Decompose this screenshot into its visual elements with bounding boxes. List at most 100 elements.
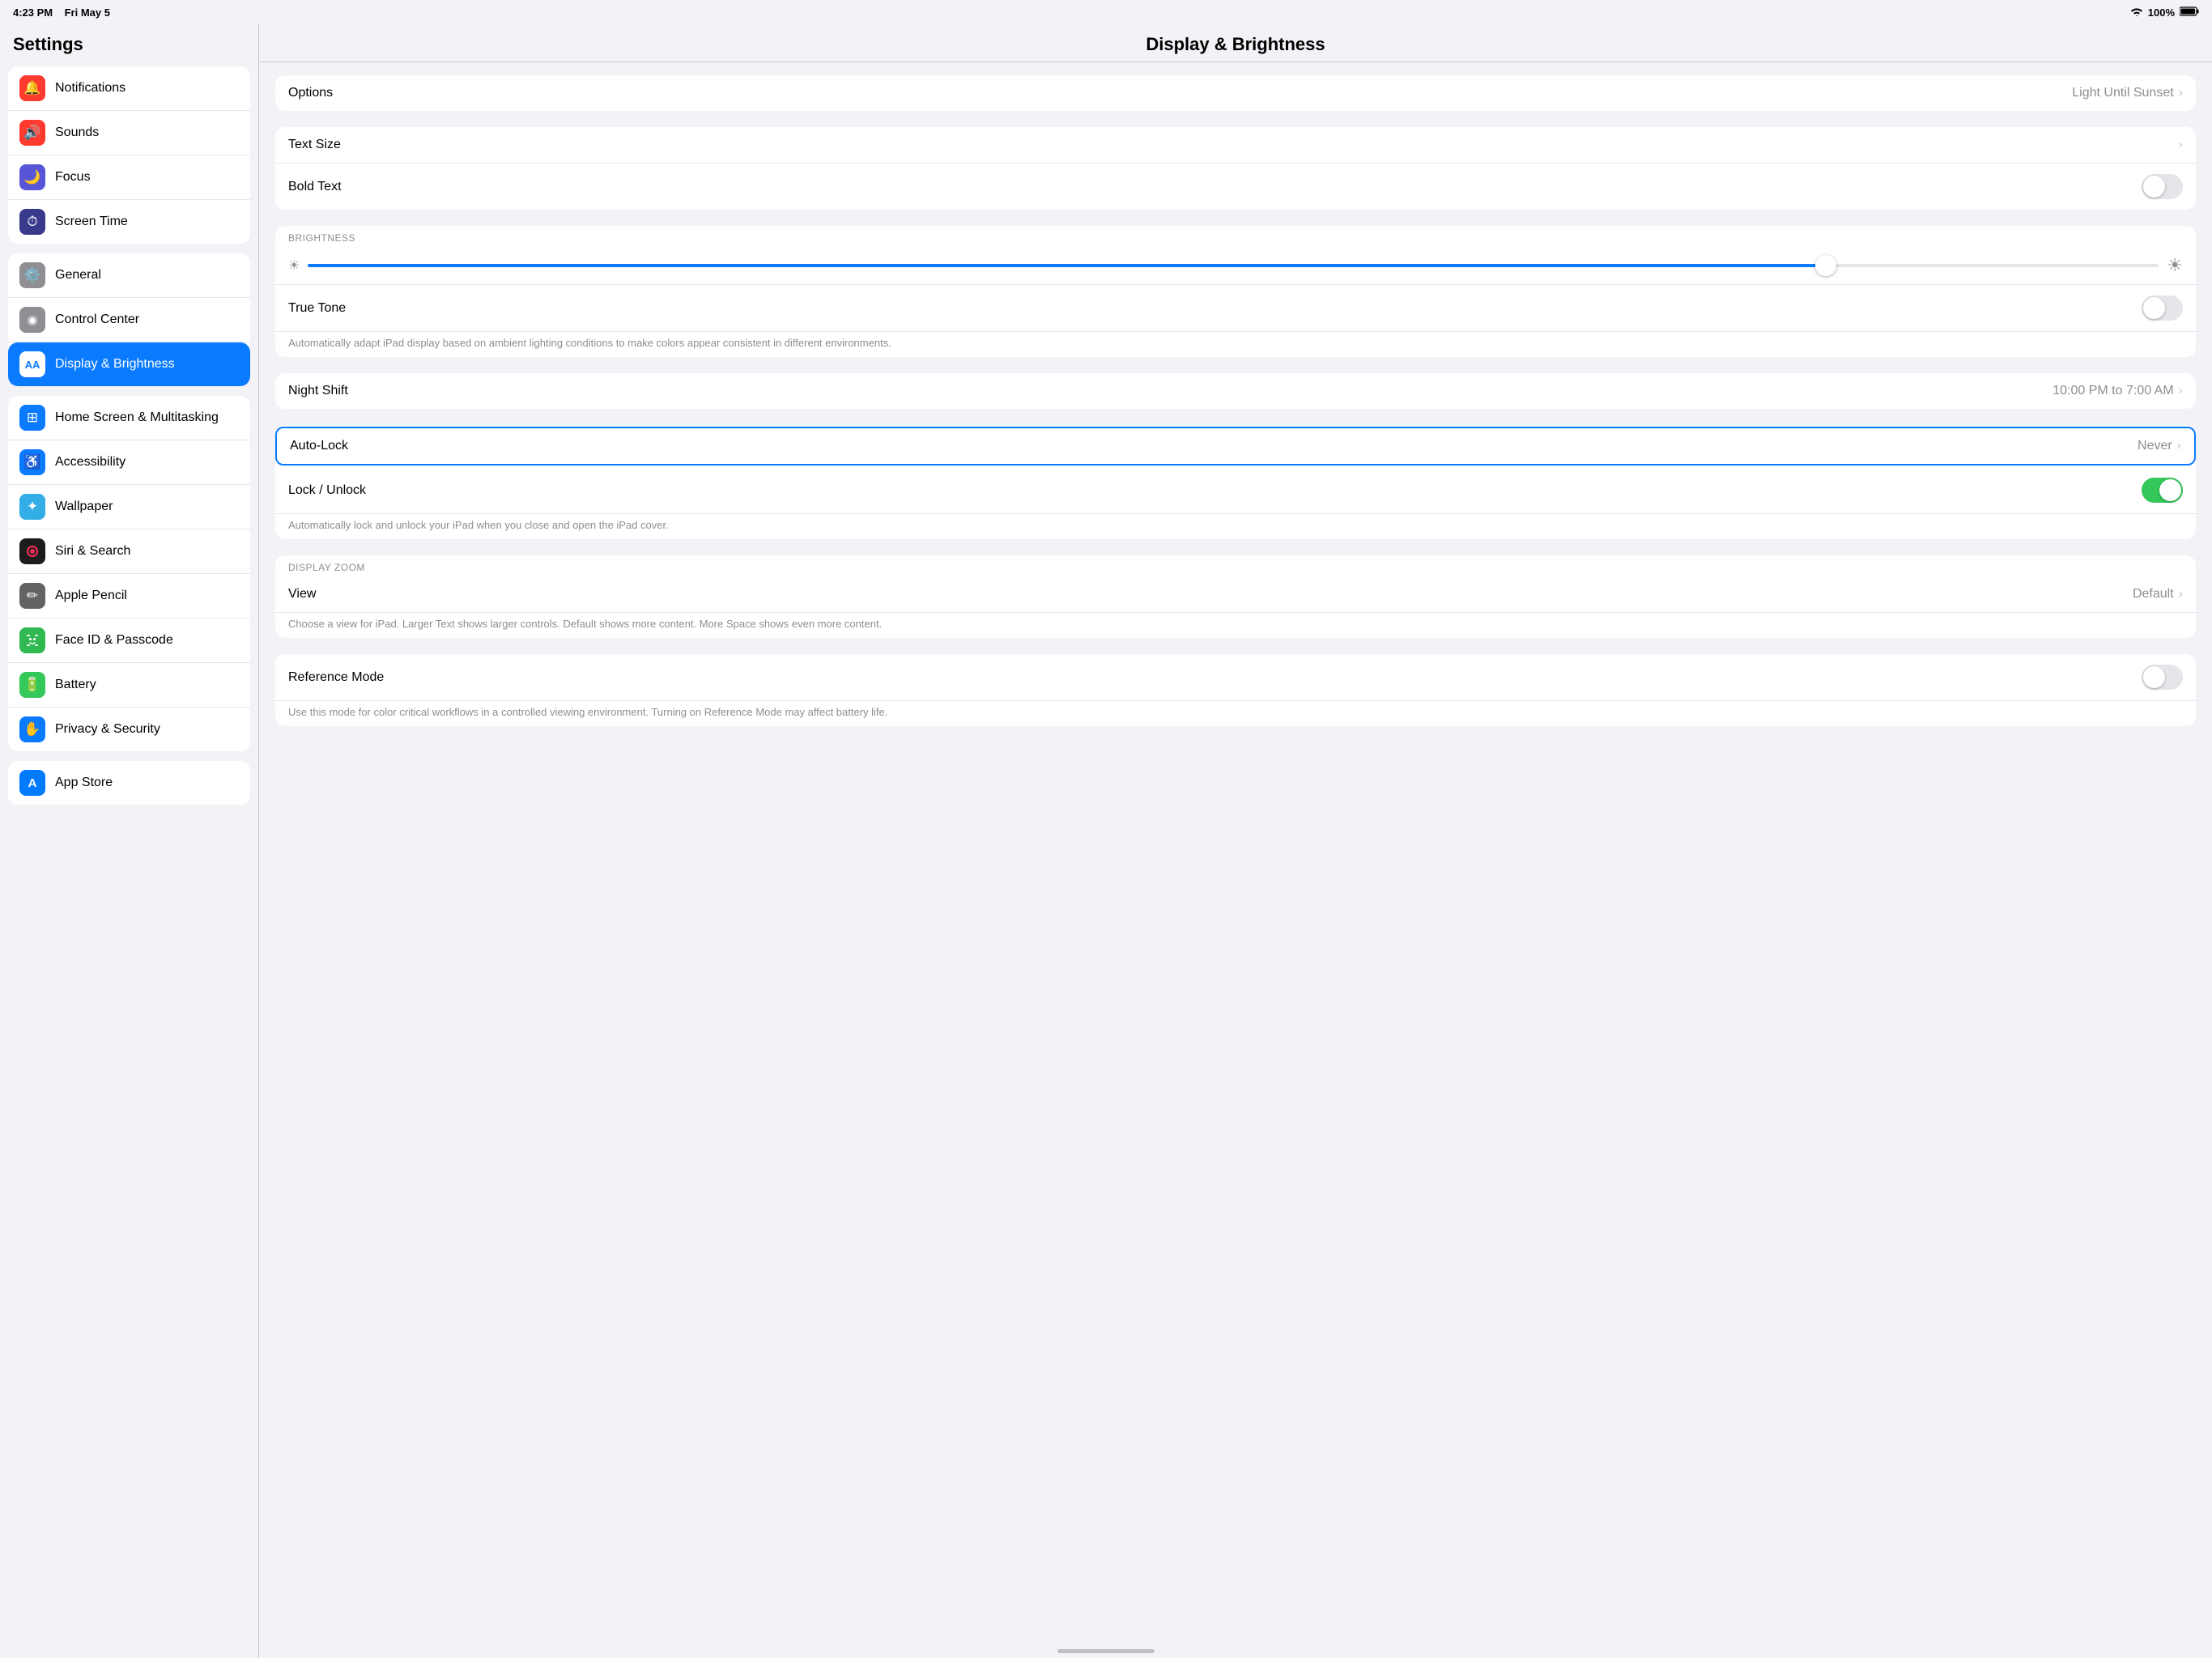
settings-group-night-shift: Night Shift 10:00 PM to 7:00 AM › (275, 373, 2196, 409)
lock-unlock-toggle[interactable] (2142, 478, 2183, 503)
settings-row-night-shift[interactable]: Night Shift 10:00 PM to 7:00 AM › (275, 373, 2196, 409)
lock-unlock-description: Automatically lock and unlock your iPad … (275, 514, 2196, 539)
sidebar-item-app-store[interactable]: A App Store (8, 761, 250, 805)
bold-text-toggle-knob (2143, 176, 2165, 198)
night-shift-chevron: › (2179, 384, 2183, 398)
focus-icon: 🌙 (19, 164, 45, 190)
content-title: Display & Brightness (1146, 34, 1325, 54)
settings-row-bold-text[interactable]: Bold Text (275, 164, 2196, 210)
settings-row-lock-unlock[interactable]: Lock / Unlock (275, 467, 2196, 514)
text-size-value: › (2179, 138, 2183, 152)
sidebar-item-battery[interactable]: 🔋 Battery (8, 663, 250, 708)
night-shift-label: Night Shift (288, 384, 348, 398)
auto-lock-label: Auto-Lock (290, 439, 348, 453)
wallpaper-icon: ✦ (19, 494, 45, 520)
notifications-icon: 🔔 (19, 75, 45, 101)
true-tone-toggle[interactable] (2142, 295, 2183, 321)
reference-mode-description: Use this mode for color critical workflo… (275, 701, 2196, 726)
main-layout: Settings 🔔 Notifications 🔊 Sounds 🌙 Focu… (0, 24, 2212, 1658)
display-brightness-icon: AA (19, 351, 45, 377)
sidebar-item-label: App Store (55, 776, 113, 790)
sidebar-item-display-brightness[interactable]: AA Display & Brightness (8, 342, 250, 386)
settings-group-reference-mode: Reference Mode Use this mode for color c… (275, 654, 2196, 726)
brightness-slider-thumb (1815, 255, 1836, 276)
view-description: Choose a view for iPad. Larger Text show… (275, 613, 2196, 638)
sidebar-item-label: Control Center (55, 312, 139, 327)
view-chevron: › (2179, 587, 2183, 602)
sidebar-item-label: Notifications (55, 81, 125, 96)
sidebar-item-sounds[interactable]: 🔊 Sounds (8, 111, 250, 155)
privacy-icon: ✋ (19, 716, 45, 742)
options-label: Options (288, 86, 333, 100)
view-label: View (288, 587, 316, 602)
home-screen-icon: ⊞ (19, 405, 45, 431)
sidebar-item-focus[interactable]: 🌙 Focus (8, 155, 250, 200)
status-bar: 4:23 PM Fri May 5 100% (0, 0, 2212, 24)
sidebar-item-apple-pencil[interactable]: ✏ Apple Pencil (8, 574, 250, 619)
sidebar: Settings 🔔 Notifications 🔊 Sounds 🌙 Focu… (0, 24, 259, 1658)
home-indicator (1057, 1649, 1155, 1653)
settings-group-options: Options Light Until Sunset › (275, 75, 2196, 111)
view-value: Default › (2133, 587, 2183, 602)
content-area: Display & Brightness Options Light Until… (259, 24, 2212, 1658)
settings-group-display-zoom: DISPLAY ZOOM View Default › Choose a vie… (275, 555, 2196, 638)
sidebar-item-general[interactable]: ⚙️ General (8, 253, 250, 298)
sidebar-item-label: Face ID & Passcode (55, 633, 173, 648)
reference-mode-toggle[interactable] (2142, 665, 2183, 690)
settings-row-text-size[interactable]: Text Size › (275, 127, 2196, 164)
auto-lock-value: Never › (2138, 439, 2181, 453)
sidebar-item-accessibility[interactable]: ♿ Accessibility (8, 440, 250, 485)
sidebar-item-label: Privacy & Security (55, 722, 160, 737)
sidebar-item-control-center[interactable]: ◉ Control Center (8, 298, 250, 342)
sidebar-item-screen-time[interactable]: ⏱ Screen Time (8, 200, 250, 244)
true-tone-description: Automatically adapt iPad display based o… (275, 332, 2196, 357)
settings-row-view[interactable]: View Default › (275, 576, 2196, 613)
sidebar-section-middle: ⚙️ General ◉ Control Center AA Display &… (8, 253, 250, 386)
sidebar-section-lower: ⊞ Home Screen & Multitasking ♿ Accessibi… (8, 396, 250, 751)
status-time-date: 4:23 PM Fri May 5 (13, 6, 110, 19)
apple-pencil-icon: ✏ (19, 583, 45, 609)
settings-group-text: Text Size › Bold Text (275, 127, 2196, 210)
sidebar-item-label: Home Screen & Multitasking (55, 410, 219, 425)
sidebar-item-wallpaper[interactable]: ✦ Wallpaper (8, 485, 250, 529)
status-right: 100% (2130, 6, 2199, 19)
sidebar-section-top: 🔔 Notifications 🔊 Sounds 🌙 Focus ⏱ Scree… (8, 66, 250, 244)
brightness-low-icon: ☀ (288, 257, 300, 274)
sidebar-item-label: Apple Pencil (55, 589, 127, 603)
settings-row-reference-mode[interactable]: Reference Mode (275, 654, 2196, 701)
sidebar-item-label: Siri & Search (55, 544, 130, 559)
settings-group-auto-lock: Auto-Lock Never › Lock / Unlock Automati… (275, 425, 2196, 539)
sidebar-title: Settings (0, 24, 258, 62)
true-tone-toggle-knob (2143, 297, 2165, 319)
settings-row-true-tone[interactable]: True Tone (275, 285, 2196, 332)
night-shift-value: 10:00 PM to 7:00 AM › (2052, 384, 2183, 398)
sidebar-item-privacy-security[interactable]: ✋ Privacy & Security (8, 708, 250, 751)
bold-text-toggle[interactable] (2142, 174, 2183, 199)
sidebar-item-label: Accessibility (55, 455, 125, 470)
sidebar-item-label: Wallpaper (55, 500, 113, 514)
brightness-slider-track[interactable] (308, 264, 2159, 267)
sidebar-item-label: Display & Brightness (55, 357, 175, 372)
settings-row-options[interactable]: Options Light Until Sunset › (275, 75, 2196, 111)
battery-icon (2180, 6, 2199, 19)
siri-icon (19, 538, 45, 564)
battery-sidebar-icon: 🔋 (19, 672, 45, 698)
status-time: 4:23 PM (13, 6, 53, 19)
sidebar-item-siri-search[interactable]: Siri & Search (8, 529, 250, 574)
sidebar-item-home-screen[interactable]: ⊞ Home Screen & Multitasking (8, 396, 250, 440)
sidebar-item-label: Screen Time (55, 215, 128, 229)
general-icon: ⚙️ (19, 262, 45, 288)
brightness-slider-fill (308, 264, 1825, 267)
battery-percentage: 100% (2148, 6, 2175, 19)
face-id-icon (19, 627, 45, 653)
sidebar-item-notifications[interactable]: 🔔 Notifications (8, 66, 250, 111)
sidebar-item-face-id[interactable]: Face ID & Passcode (8, 619, 250, 663)
wifi-icon (2130, 6, 2143, 19)
sidebar-item-label: General (55, 268, 101, 283)
brightness-slider-row[interactable]: ☀ ☀ (275, 247, 2196, 285)
settings-row-auto-lock[interactable]: Auto-Lock Never › (275, 427, 2196, 466)
status-date: Fri May 5 (65, 6, 110, 19)
accessibility-icon: ♿ (19, 449, 45, 475)
sidebar-item-label: Battery (55, 678, 96, 692)
content-body: Options Light Until Sunset › Text Size ›… (259, 62, 2212, 755)
